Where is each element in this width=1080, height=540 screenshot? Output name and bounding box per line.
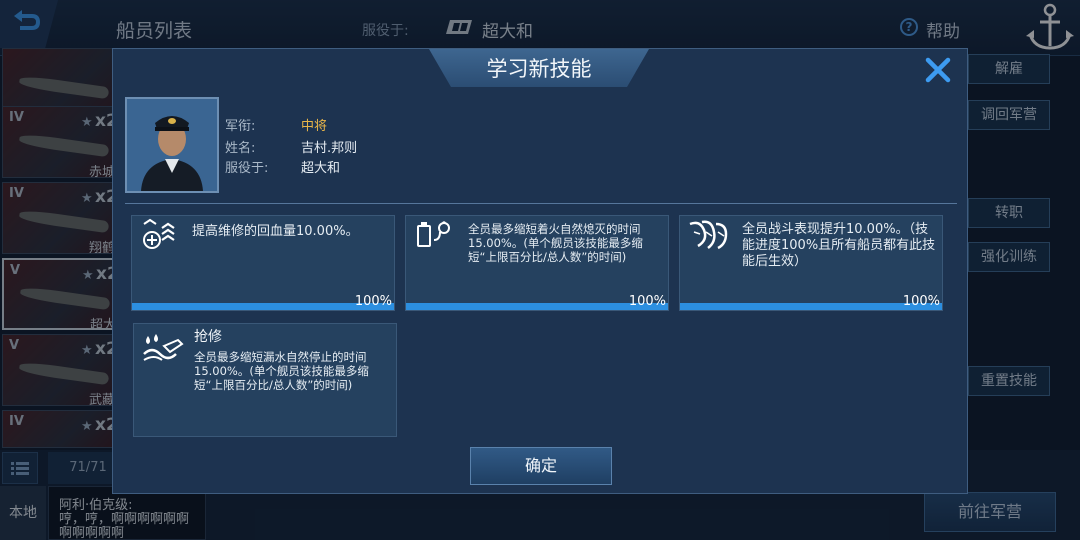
officer-avatar: [127, 99, 217, 191]
name-value: 吉村.邦则: [301, 141, 358, 156]
rank-label: 军衔:: [225, 119, 256, 134]
skill-name: 抢修: [194, 329, 222, 345]
skill-progress-text: 100%: [354, 294, 392, 309]
emergency-repair-icon: [143, 334, 184, 361]
serve-label: 服役于:: [225, 161, 269, 176]
skill-card[interactable]: 全员战斗表现提升10.00%。（技能进度100%且所有船员都有此技能后生效） 1…: [679, 215, 943, 311]
repair-boost-icon: [143, 218, 175, 249]
officer-name-row: 姓名: 吉村.邦则: [225, 137, 357, 156]
skill-description: 全员最多缩短着火自然熄灭的时间15.00%。(单个舰员该技能最多缩短“上限百分比…: [468, 222, 643, 264]
skill-description: 提高维修的回血量10.00%。: [192, 224, 359, 239]
skill-description: 全员最多缩短漏水自然停止的时间15.00%。(单个舰员该技能最多缩短“上限百分比…: [194, 350, 369, 392]
serve-value: 超大和: [301, 161, 341, 176]
skill-progress-text: 100%: [902, 294, 940, 309]
confirm-button[interactable]: 确定: [470, 447, 612, 485]
skill-card[interactable]: 提高维修的回血量10.00%。 100%: [131, 215, 395, 311]
skill-card[interactable]: 全员最多缩短着火自然熄灭的时间15.00%。(单个舰员该技能最多缩短“上限百分比…: [405, 215, 669, 311]
close-icon[interactable]: [923, 55, 953, 85]
dialog-title: 学习新技能: [486, 57, 592, 81]
officer-serve-row: 服役于: 超大和: [225, 157, 340, 176]
skill-card[interactable]: 抢修 全员最多缩短漏水自然停止的时间15.00%。(单个舰员该技能最多缩短“上限…: [133, 323, 397, 437]
skill-description: 全员战斗表现提升10.00%。（技能进度100%且所有船员都有此技能后生效）: [742, 222, 936, 269]
officer-portrait: [125, 97, 219, 193]
combat-boost-icon: [689, 220, 728, 250]
skill-progress-text: 100%: [628, 294, 666, 309]
fire-extinguish-icon: [417, 221, 450, 247]
officer-rank-row: 军衔: 中将: [225, 115, 327, 134]
divider: [125, 203, 957, 204]
rank-value: 中将: [301, 119, 328, 134]
learn-skill-dialog: 学习新技能 军衔: 中将 姓名: 吉村.邦则 服役于: 超大和 提高维修的回血量…: [112, 48, 968, 494]
name-label: 姓名:: [225, 141, 256, 156]
